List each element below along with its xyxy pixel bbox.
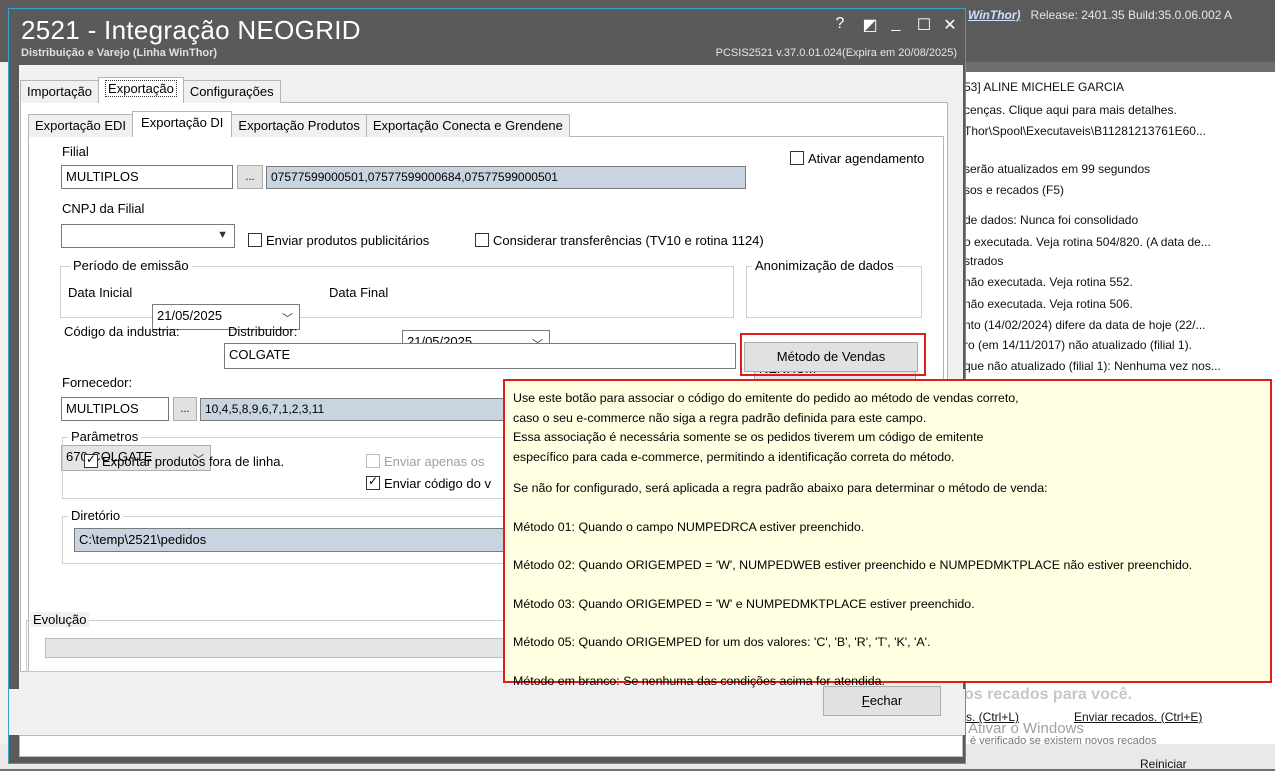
tooltip-line: específico para cada e-commerce, permiti…: [513, 449, 955, 464]
restore-layout-icon[interactable]: ◩: [859, 15, 881, 35]
tab-exportacao-conecta[interactable]: Exportação Conecta e Grendene: [365, 114, 570, 137]
cnpj-label: CNPJ da Filial: [62, 201, 145, 216]
anonimizacao-group: [746, 266, 922, 318]
info-line: que não atualizado (filial 1): Nenhuma v…: [964, 359, 1221, 373]
evolucao-progress-bar: [45, 638, 506, 658]
diretorio-label: Diretório: [68, 508, 124, 523]
tooltip-line: Método 01: Quando o campo NUMPEDRCA esti…: [513, 519, 865, 534]
tooltip-spacer: [513, 499, 1270, 518]
tooltip-spacer: [513, 537, 1270, 556]
exportar-fora-linha-checkbox[interactable]: Exportar produtos fora de linha.: [84, 452, 284, 469]
tooltip-spacer: [513, 614, 1270, 633]
fornecedor-lookup-button[interactable]: ...: [173, 397, 197, 421]
maximize-icon[interactable]: ☐: [913, 15, 935, 35]
tooltip-line: Se não for configurado, será aplicada a …: [513, 481, 1048, 495]
data-final-label: Data Final: [329, 285, 389, 300]
window-subtitle: Distribuição e Varejo (Linha WinThor): [21, 47, 218, 59]
tooltip-spacer: [513, 576, 1270, 595]
tooltip-line: Método 05: Quando ORIGEMPED for um dos v…: [513, 635, 931, 649]
distribuidor-label: Distribuidor:: [228, 324, 298, 339]
checkbox-icon: [790, 151, 804, 165]
info-line[interactable]: cenças. Clique aqui para mais detalhes.: [964, 103, 1177, 117]
tooltip-spacer: [513, 653, 1270, 672]
tooltip-line: Use este botão para associar o código do…: [513, 391, 1019, 405]
tab-importacao[interactable]: Importação: [20, 80, 100, 103]
winthor-link[interactable]: WinThor): [968, 8, 1021, 22]
tab-exportacao-edi[interactable]: Exportação EDI: [28, 114, 134, 137]
fornecedor-label: Fornecedor:: [62, 375, 133, 390]
main-tabs: Importação Exportação Configurações: [20, 77, 281, 103]
release-text: Release: 2401.35 Build:35.0.06.002 A: [1030, 8, 1233, 22]
evolucao-label: Evolução: [30, 612, 90, 627]
info-line: de dados: Nunca foi consolidado: [964, 213, 1139, 227]
enviar-apenas-checkbox[interactable]: Enviar apenas os: [366, 454, 484, 469]
info-line: Thor\Spool\Executaveis\B11281213761E60..…: [964, 124, 1206, 138]
parametros-label: Parâmetros: [68, 429, 142, 444]
help-icon[interactable]: ?: [829, 15, 851, 33]
ativar-agendamento-checkbox[interactable]: Ativar agendamento: [790, 151, 924, 166]
info-line: o executada. Veja rotina 504/820. (A dat…: [964, 235, 1211, 249]
status-bar: [19, 735, 963, 757]
tab-exportacao[interactable]: Exportação: [98, 77, 184, 103]
tab-exportacao-di[interactable]: Exportação DI: [132, 111, 233, 137]
metodo-vendas-button[interactable]: Método de Vendas: [744, 342, 918, 372]
diretorio-field[interactable]: C:\temp\2521\pedidos: [74, 528, 508, 552]
close-icon[interactable]: ✕: [939, 15, 961, 35]
checkbox-icon: [475, 233, 489, 247]
cnpj-select[interactable]: ▼: [61, 224, 235, 248]
codigo-industria-label: Código da industria:: [64, 324, 180, 339]
checkbox-icon: [366, 454, 380, 468]
enviar-codigo-checkbox[interactable]: Enviar código do v: [366, 474, 491, 491]
checkbox-checked-icon: [84, 452, 98, 468]
info-line: strados: [964, 254, 1004, 268]
fornecedor-list-field: 10,4,5,8,9,6,7,1,2,3,11: [200, 398, 510, 421]
sub-tabs: Exportação EDI Exportação DI Exportação …: [28, 111, 570, 137]
dropdown-arrow-icon: ▼: [217, 229, 228, 241]
info-line: serão atualizados em 99 segundos: [964, 162, 1151, 176]
user-line: 53] ALINE MICHELE GARCIA: [964, 80, 1125, 94]
distribuidor-field[interactable]: COLGATE: [224, 343, 736, 369]
fornecedor-field[interactable]: MULTIPLOS: [61, 397, 169, 421]
tooltip-line: Essa associação é necessária somente se …: [513, 430, 984, 444]
info-line: não executada. Veja rotina 552.: [964, 275, 1133, 289]
info-line: nto (14/02/2024) difere da data de hoje …: [964, 318, 1206, 332]
window-version: PCSIS2521 v.37.0.01.024(Expira em 20/08/…: [715, 47, 957, 59]
dialog-bottom-area: [9, 689, 965, 735]
checkbox-icon: [248, 233, 262, 247]
filial-lookup-button[interactable]: ...: [237, 165, 263, 189]
tooltip-line: caso o seu e-commerce não siga a regra p…: [513, 410, 927, 425]
considerar-transferencias-checkbox[interactable]: Considerar transferências (TV10 e rotina…: [475, 233, 764, 248]
send-messages-link[interactable]: Enviar recados. (Ctrl+E): [1074, 710, 1202, 724]
checkbox-checked-icon: [366, 474, 380, 490]
metodo-vendas-tooltip: Use este botão para associar o código do…: [503, 379, 1272, 688]
filial-label: Filial: [62, 144, 89, 159]
info-line: ro (em 14/11/2017) não atualizado (filia…: [964, 338, 1192, 352]
info-line: não executada. Veja rotina 506.: [964, 297, 1133, 311]
data-inicial-label: Data Inicial: [68, 285, 133, 300]
release-info: WinThor) Release: 2401.35 Build:35.0.06.0…: [968, 8, 1232, 22]
tooltip-line: Método 03: Quando ORIGEMPED = 'W' e NUMP…: [513, 596, 975, 611]
tooltip-line: Método 02: Quando ORIGEMPED = 'W', NUMPE…: [513, 558, 1193, 572]
tooltip-spacer: [513, 467, 1270, 479]
fechar-button[interactable]: Fechar: [823, 686, 941, 716]
filial-field[interactable]: MULTIPLOS: [61, 165, 233, 189]
anonimizacao-label: Anonimização de dados: [752, 258, 897, 273]
enviar-publicitarios-checkbox[interactable]: Enviar produtos publicitários: [248, 233, 429, 248]
info-line: sos e recados (F5): [964, 183, 1065, 197]
filial-list-field: 07577599000501,07577599000684,0757759900…: [266, 166, 746, 189]
window-title: 2521 - Integração NEOGRID: [21, 15, 361, 45]
tab-configuracoes[interactable]: Configurações: [182, 80, 281, 103]
minimize-icon[interactable]: _: [885, 15, 907, 33]
tab-exportacao-produtos[interactable]: Exportação Produtos: [231, 114, 367, 137]
periodo-label: Período de emissão: [70, 258, 192, 273]
